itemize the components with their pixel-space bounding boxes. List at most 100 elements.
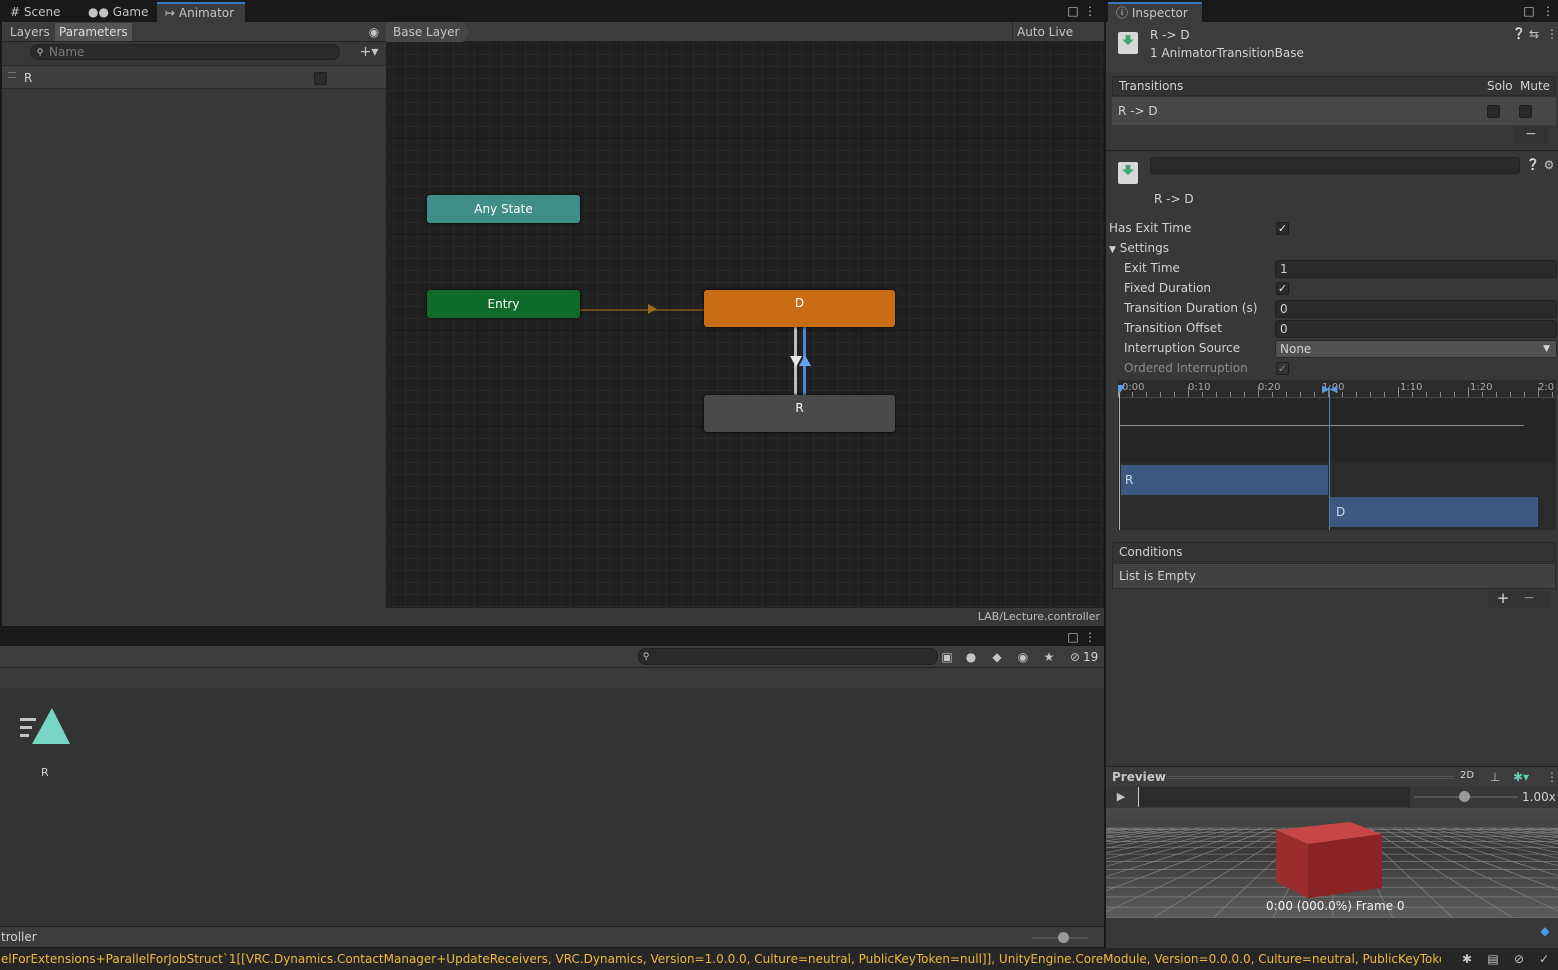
presets-icon[interactable]: ⇆: [1528, 27, 1540, 41]
destination-clip-bar[interactable]: D: [1329, 496, 1539, 528]
auto-live-link-button[interactable]: Auto Live Link: [1012, 22, 1104, 59]
transition-offset-field[interactable]: 0: [1275, 320, 1557, 338]
drag-handle-icon[interactable]: [8, 72, 16, 78]
project-search-input[interactable]: [638, 648, 938, 665]
inspector-tab-bar: ⓘ Inspector □ ⋮: [1106, 0, 1558, 22]
lock-icon[interactable]: □: [1066, 630, 1080, 644]
avatar-preview-icon[interactable]: ✱▾: [1510, 770, 1532, 784]
preview-scrubber-head: [1138, 787, 1139, 807]
tab-layers[interactable]: Layers: [6, 23, 54, 41]
entry-node[interactable]: Entry: [427, 290, 580, 318]
timeline-tick: [1496, 392, 1497, 397]
tab-inspector-label: Inspector: [1131, 6, 1188, 20]
transition-duration-field[interactable]: 0: [1275, 300, 1557, 318]
kebab-menu-icon[interactable]: ⋮: [1084, 4, 1096, 18]
settings-gear-icon[interactable]: ⚙: [1543, 158, 1555, 172]
preview-scrubber[interactable]: [1138, 787, 1410, 807]
exit-time-field[interactable]: 1: [1275, 260, 1557, 278]
editor-tab-bar: # Scene ●● Game ↦ Animator □ ⋮: [0, 0, 1104, 22]
timeline-tick: [1174, 392, 1175, 397]
timeline-tick: [1146, 392, 1147, 397]
state-node-r[interactable]: R: [704, 395, 895, 432]
search-icon: ⚲: [36, 48, 44, 58]
transition-name-input[interactable]: [1150, 157, 1520, 174]
inspector-header: R -> D 1 AnimatorTransitionBase ❔ ⇆ ⋮: [1106, 22, 1558, 72]
kebab-menu-icon[interactable]: ⋮: [1546, 27, 1558, 41]
eye-icon[interactable]: ◉: [366, 25, 382, 39]
parameter-search-input[interactable]: Name: [30, 44, 340, 60]
transition-row-label[interactable]: R -> D: [1118, 104, 1158, 118]
mute-checkbox[interactable]: [1519, 105, 1532, 118]
playhead-marker-icon[interactable]: [1118, 385, 1125, 393]
any-state-node[interactable]: Any State: [427, 195, 580, 223]
timeline-tick: [1314, 392, 1315, 397]
pivot-icon[interactable]: ⊥: [1488, 770, 1502, 784]
animator-graph-area: Base Layer Auto Live Link Any State Entr…: [386, 22, 1104, 626]
preview-2d-toggle[interactable]: 2D: [1460, 770, 1474, 781]
tab-scene[interactable]: # Scene: [2, 2, 68, 22]
help-icon[interactable]: ❔: [1526, 158, 1540, 172]
breadcrumb[interactable]: Base Layer: [386, 22, 470, 42]
transitions-list-header: Transitions Solo Mute: [1112, 76, 1556, 96]
timeline-tick: [1468, 387, 1469, 397]
search-by-type-icon[interactable]: ▣: [940, 650, 954, 664]
fixed-duration-checkbox[interactable]: ✓: [1276, 282, 1289, 295]
cache-server-icon[interactable]: ▤: [1486, 952, 1500, 966]
timeline-tick: [1398, 387, 1399, 397]
network-icon[interactable]: ⊘: [1512, 952, 1526, 966]
transitions-label: Transitions: [1119, 79, 1184, 93]
preview-drag-bar[interactable]: [1166, 776, 1454, 779]
timeline-tick: [1370, 392, 1371, 397]
parameter-row[interactable]: R: [2, 65, 386, 89]
solo-checkbox[interactable]: [1487, 105, 1500, 118]
scene-grid-icon: #: [10, 5, 21, 19]
add-parameter-icon[interactable]: +▾: [356, 45, 382, 59]
parameter-bool-checkbox[interactable]: [314, 72, 327, 85]
warning-icon[interactable]: ◉: [1016, 650, 1030, 664]
kebab-menu-icon[interactable]: ⋮: [1546, 770, 1558, 784]
preview-viewport[interactable]: 0:00 (000.0%) Frame 0: [1106, 808, 1558, 918]
animator-left-panel: Layers Parameters ◉ Name ⚲ +▾ R: [2, 22, 386, 626]
tab-animator[interactable]: ↦ Animator: [157, 2, 245, 22]
tab-inspector[interactable]: ⓘ Inspector: [1108, 2, 1202, 22]
transition-list-row[interactable]: R -> D: [1112, 97, 1556, 125]
project-asset-grid: R: [0, 688, 1104, 926]
console-status-bar: elForExtensions+ParallelForJobStruct`1[[…: [0, 948, 1558, 970]
source-clip-bar[interactable]: R: [1120, 464, 1329, 496]
asset-item[interactable]: R: [14, 704, 74, 780]
lock-icon[interactable]: □: [1522, 4, 1536, 18]
gamepad-icon: ●●: [88, 5, 109, 19]
kebab-menu-icon[interactable]: ⋮: [1542, 4, 1554, 18]
state-node-d[interactable]: D: [704, 290, 895, 327]
tab-parameters[interactable]: Parameters: [55, 23, 132, 41]
tab-animator-label: Animator: [178, 6, 235, 20]
mute-label: Mute: [1520, 79, 1551, 93]
asset-label-tag-icon[interactable]: ◆: [1538, 924, 1552, 938]
parameter-name[interactable]: R: [24, 71, 32, 85]
progress-check-icon[interactable]: ✓: [1537, 952, 1551, 966]
icon-size-slider-handle[interactable]: [1058, 932, 1069, 943]
lock-icon[interactable]: □: [1066, 4, 1080, 18]
timeline-tick: [1454, 392, 1455, 397]
settings-foldout[interactable]: ▼ Settings: [1109, 241, 1169, 255]
help-icon[interactable]: ❔: [1512, 27, 1526, 41]
has-exit-time-checkbox[interactable]: ✓: [1276, 222, 1289, 235]
remove-transition-button[interactable]: −: [1514, 126, 1548, 144]
favorite-star-icon[interactable]: ★: [1042, 650, 1056, 664]
tab-game[interactable]: ●● Game: [80, 2, 157, 22]
transition-timeline[interactable]: 0:00 0:10 0:20 1:00 1:10 1:20 2:0 R D ▶◀: [1118, 380, 1556, 530]
add-condition-button[interactable]: +: [1496, 591, 1510, 606]
kebab-menu-icon[interactable]: ⋮: [1084, 630, 1096, 644]
console-last-message[interactable]: elForExtensions+ParallelForJobStruct`1[[…: [1, 952, 1441, 966]
speed-slider-handle[interactable]: [1459, 791, 1470, 802]
transition-handle-icon[interactable]: ▶◀: [1322, 385, 1337, 395]
filter-by-type-icon[interactable]: ●: [964, 650, 978, 664]
remove-condition-button[interactable]: −: [1522, 591, 1536, 605]
hidden-packages-icon[interactable]: ⊘: [1068, 650, 1082, 664]
project-breadcrumb-bar: [0, 668, 1104, 688]
debug-bug-icon[interactable]: ✱: [1460, 952, 1474, 966]
solo-label: Solo: [1487, 79, 1513, 93]
label-tag-icon[interactable]: ◆: [990, 650, 1004, 664]
play-icon[interactable]: ▶: [1114, 790, 1128, 804]
interruption-source-dropdown[interactable]: None ▼: [1275, 340, 1557, 358]
